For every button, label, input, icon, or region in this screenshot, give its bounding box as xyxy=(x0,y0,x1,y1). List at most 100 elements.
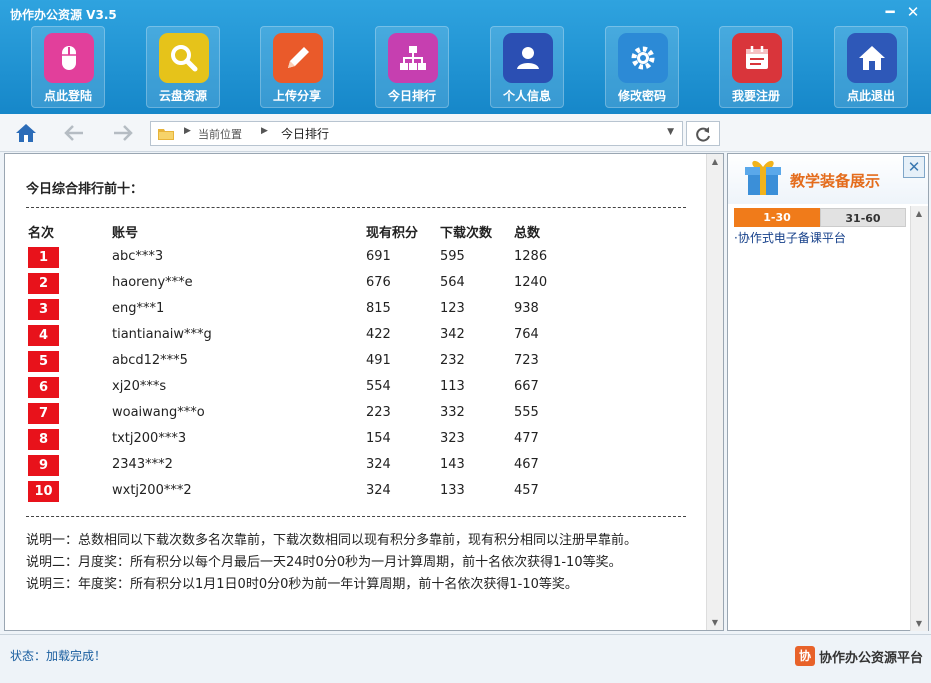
vertical-scrollbar[interactable]: ▲ ▼ xyxy=(706,154,723,630)
forward-arrow-icon[interactable] xyxy=(110,121,136,145)
logout-button[interactable]: 点此退出 xyxy=(834,26,908,108)
table-row: 3 eng***1 815 123 938 xyxy=(5,297,705,323)
total-cell: 477 xyxy=(514,431,539,446)
brand-name: 协作办公资源平台 xyxy=(818,650,923,666)
downloads-cell: 342 xyxy=(440,327,465,342)
close-button[interactable]: ✕ xyxy=(905,3,921,21)
account-cell: abc***3 xyxy=(112,249,164,264)
total-cell: 1240 xyxy=(514,275,548,290)
register-label: 我要注册 xyxy=(731,89,780,103)
refresh-icon xyxy=(696,126,710,142)
column-header-total: 总数 xyxy=(514,226,541,241)
table-row: 4 tiantianaiw***g 422 342 764 xyxy=(5,323,705,349)
note-two: 说明二：月度奖：所有积分以每个月最后一天24时0分0秒为一月计算周期，前十名依次… xyxy=(26,555,622,570)
back-arrow-icon[interactable] xyxy=(61,121,87,145)
total-cell: 938 xyxy=(514,301,539,316)
close-icon[interactable]: ✕ xyxy=(903,156,925,178)
today-ranking-label: 今日排行 xyxy=(387,89,436,103)
status-text: 状态：加载完成！ xyxy=(10,649,107,663)
change-password-label: 修改密码 xyxy=(617,89,666,103)
breadcrumb-separator-icon: ▶ xyxy=(184,126,191,136)
total-cell: 457 xyxy=(514,483,539,498)
rank-badge: 5 xyxy=(28,351,59,372)
chevron-down-icon[interactable]: ▼ xyxy=(667,127,674,137)
account-cell: txtj200***3 xyxy=(112,431,187,446)
table-row: 10 wxtj200***2 324 133 457 xyxy=(5,479,705,505)
column-header-points: 现有积分 xyxy=(366,226,419,241)
org-chart-icon xyxy=(388,33,438,83)
points-cell: 676 xyxy=(366,275,391,290)
app-title: 协作办公资源 V3.5 xyxy=(10,8,117,22)
status-bar: 状态：加载完成！ 协 协作办公资源平台 xyxy=(0,634,931,683)
tab-31-60[interactable]: 31-60 xyxy=(820,208,906,227)
table-row: 8 txtj200***3 154 323 477 xyxy=(5,427,705,453)
account-cell: xj20***s xyxy=(112,379,167,394)
downloads-cell: 123 xyxy=(440,301,465,316)
total-cell: 764 xyxy=(514,327,539,342)
scroll-down-icon[interactable]: ▼ xyxy=(707,618,723,627)
upload-share-label: 上传分享 xyxy=(272,89,321,103)
home-nav-icon[interactable] xyxy=(13,121,39,145)
breadcrumb-current: 今日排行 xyxy=(281,127,330,141)
minimize-button[interactable]: ━ xyxy=(882,3,898,21)
brand-logo-icon: 协 xyxy=(794,646,815,666)
logout-label: 点此退出 xyxy=(846,89,895,103)
points-cell: 154 xyxy=(366,431,391,446)
equipment-panel: 教学装备展示 ✕ 1-30 31-60 ·协作式电子备课平台 ▲ ▼ xyxy=(727,153,929,631)
table-row: 6 xj20***s 554 113 667 xyxy=(5,375,705,401)
refresh-button[interactable] xyxy=(686,121,720,146)
list-item[interactable]: ·协作式电子备课平台 xyxy=(734,229,846,246)
panel-header: 教学装备展示 ✕ xyxy=(728,154,928,204)
downloads-cell: 143 xyxy=(440,457,465,472)
downloads-cell: 133 xyxy=(440,483,465,498)
account-cell: haoreny***e xyxy=(112,275,193,290)
downloads-cell: 232 xyxy=(440,353,465,368)
tab-1-30[interactable]: 1-30 xyxy=(734,208,820,227)
today-ranking-button[interactable]: 今日排行 xyxy=(375,26,449,108)
note-three: 说明三：年度奖：所有积分以1月1日0时0分0秒为前一年计算周期，前十名依次获得1… xyxy=(26,577,578,592)
scroll-up-icon[interactable]: ▲ xyxy=(911,209,927,218)
divider xyxy=(26,207,686,208)
address-bar[interactable]: ▶ 当前位置 ▶ 今日排行 ▼ xyxy=(150,121,683,146)
rank-badge: 6 xyxy=(28,377,59,398)
account-cell: abcd12***5 xyxy=(112,353,188,368)
note-one: 说明一：总数相同以下载次数多名次靠前，下载次数相同以现有积分多靠前，现有积分相同… xyxy=(26,533,638,548)
upload-share-button[interactable]: 上传分享 xyxy=(260,26,334,108)
title-bar: 协作办公资源 V3.5 ━ ✕ 点此登陆 云盘资源 上传分享 今日排行 个人信息 xyxy=(0,0,931,114)
ranking-panel: 今日综合排行前十： 名次 账号 现有积分 下载次数 总数 1 abc***3 6… xyxy=(4,153,724,631)
table-row: 5 abcd12***5 491 232 723 xyxy=(5,349,705,375)
cloud-resources-button[interactable]: 云盘资源 xyxy=(146,26,220,108)
brand: 协 协作办公资源平台 xyxy=(794,646,923,666)
total-cell: 1286 xyxy=(514,249,548,264)
account-cell: 2343***2 xyxy=(112,457,173,472)
pencil-icon xyxy=(273,33,323,83)
account-cell: wxtj200***2 xyxy=(112,483,192,498)
register-button[interactable]: 我要注册 xyxy=(719,26,793,108)
column-header-account: 账号 xyxy=(112,226,139,241)
navigation-bar: ▶ 当前位置 ▶ 今日排行 ▼ xyxy=(0,114,931,152)
downloads-cell: 323 xyxy=(440,431,465,446)
scroll-up-icon[interactable]: ▲ xyxy=(707,157,723,166)
personal-info-button[interactable]: 个人信息 xyxy=(490,26,564,108)
panel-title: 教学装备展示 xyxy=(790,172,881,190)
vertical-scrollbar[interactable]: ▲ ▼ xyxy=(910,206,928,631)
downloads-cell: 595 xyxy=(440,249,465,264)
calendar-icon xyxy=(732,33,782,83)
login-button[interactable]: 点此登陆 xyxy=(31,26,105,108)
rank-badge: 2 xyxy=(28,273,59,294)
rank-badge: 3 xyxy=(28,299,59,320)
rank-badge: 4 xyxy=(28,325,59,346)
table-row: 9 2343***2 324 143 467 xyxy=(5,453,705,479)
rank-badge: 1 xyxy=(28,247,59,268)
table-row: 1 abc***3 691 595 1286 xyxy=(5,245,705,271)
points-cell: 223 xyxy=(366,405,391,420)
total-cell: 667 xyxy=(514,379,539,394)
points-cell: 422 xyxy=(366,327,391,342)
rank-badge: 7 xyxy=(28,403,59,424)
account-cell: tiantianaiw***g xyxy=(112,327,212,342)
rank-badge: 9 xyxy=(28,455,59,476)
change-password-button[interactable]: 修改密码 xyxy=(605,26,679,108)
scroll-down-icon[interactable]: ▼ xyxy=(911,619,927,628)
points-cell: 324 xyxy=(366,457,391,472)
magnifier-icon xyxy=(159,33,209,83)
